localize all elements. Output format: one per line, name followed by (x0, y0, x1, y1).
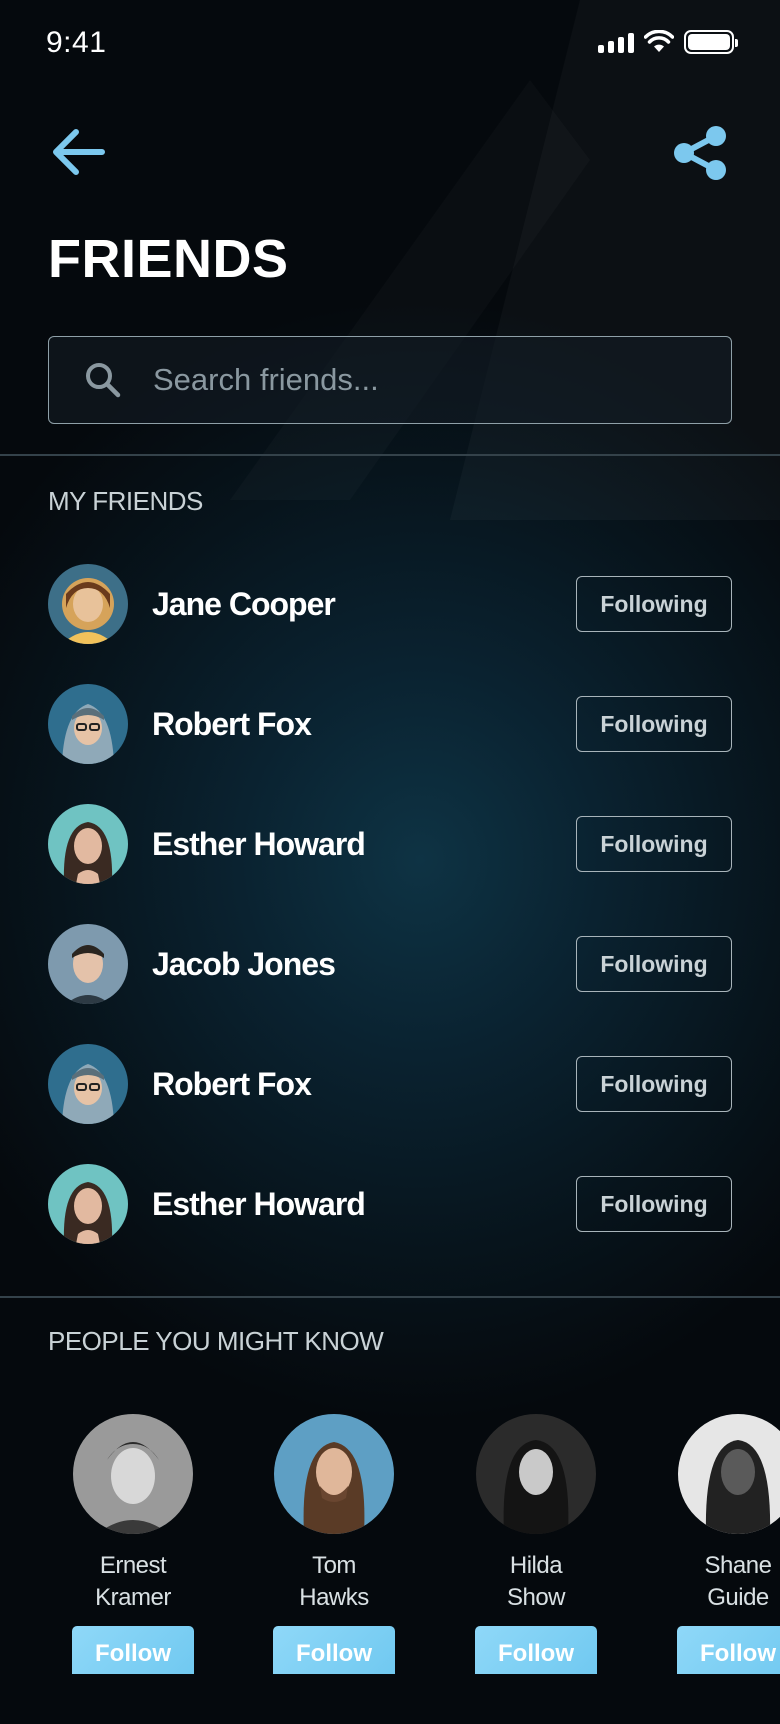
avatar[interactable] (48, 1044, 128, 1124)
list-item: Robert Fox Following (0, 680, 780, 800)
friend-name: Esther Howard (152, 826, 366, 862)
status-icons (598, 30, 738, 54)
suggestion-name: Hilda Show (506, 1552, 566, 1611)
following-button[interactable]: Following (576, 1176, 732, 1232)
following-button[interactable]: Following (576, 576, 732, 632)
follow-button[interactable]: Follow (72, 1626, 194, 1674)
friend-name: Robert Fox (152, 1066, 312, 1102)
divider (0, 1296, 780, 1298)
following-button[interactable]: Following (576, 936, 732, 992)
following-button[interactable]: Following (576, 816, 732, 872)
share-icon (674, 126, 726, 180)
search-input[interactable] (153, 362, 693, 398)
suggestion-card: Ernest Kramer Follow (58, 1414, 208, 1674)
list-item: Robert Fox Following (0, 1040, 780, 1160)
share-button[interactable] (672, 124, 728, 180)
avatar[interactable] (476, 1414, 596, 1534)
battery-icon (684, 30, 738, 54)
my-friends-heading: MY FRIENDS (48, 486, 203, 516)
avatar[interactable] (48, 684, 128, 764)
people-you-might-know-heading: PEOPLE YOU MIGHT KNOW (48, 1326, 384, 1356)
avatar[interactable] (48, 924, 128, 1004)
suggestions-carousel[interactable]: Ernest Kramer Follow Tom Hawks Follow Hild… (0, 1414, 780, 1674)
avatar[interactable] (48, 804, 128, 884)
back-button[interactable] (50, 124, 110, 180)
suggestion-card: Shane Guide Follow (663, 1414, 780, 1674)
list-item: Esther Howard Following (0, 800, 780, 920)
search-box[interactable] (48, 336, 732, 424)
follow-button[interactable]: Follow (273, 1626, 395, 1674)
list-item: Esther Howard Following (0, 1160, 780, 1280)
friend-name: Robert Fox (152, 706, 312, 742)
avatar[interactable] (48, 564, 128, 644)
avatar[interactable] (274, 1414, 394, 1534)
suggestion-name: Shane Guide (704, 1552, 772, 1611)
friend-name: Jacob Jones (152, 946, 336, 982)
divider (0, 454, 780, 456)
friends-list: Jane Cooper Following Robert Fox Followi… (0, 560, 780, 1280)
wifi-icon (644, 30, 674, 52)
avatar[interactable] (73, 1414, 193, 1534)
friend-name: Esther Howard (152, 1186, 366, 1222)
list-item: Jane Cooper Following (0, 560, 780, 680)
suggestion-name: Ernest Kramer (95, 1552, 171, 1611)
avatar[interactable] (48, 1164, 128, 1244)
suggestion-card: Hilda Show Follow (461, 1414, 611, 1674)
suggestion-name: Tom Hawks (299, 1552, 369, 1611)
avatar[interactable] (678, 1414, 780, 1534)
page-title: FRIENDS (48, 229, 289, 289)
follow-button[interactable]: Follow (475, 1626, 597, 1674)
arrow-left-icon (53, 129, 105, 175)
friend-name: Jane Cooper (152, 586, 336, 622)
following-button[interactable]: Following (576, 1056, 732, 1112)
status-bar: 9:41 (0, 0, 780, 90)
cellular-signal-icon (598, 31, 634, 53)
status-time: 9:41 (46, 26, 107, 59)
list-item: Jacob Jones Following (0, 920, 780, 1040)
suggestion-card: Tom Hawks Follow (259, 1414, 409, 1674)
following-button[interactable]: Following (576, 696, 732, 752)
search-icon (86, 363, 121, 398)
follow-button[interactable]: Follow (677, 1626, 780, 1674)
